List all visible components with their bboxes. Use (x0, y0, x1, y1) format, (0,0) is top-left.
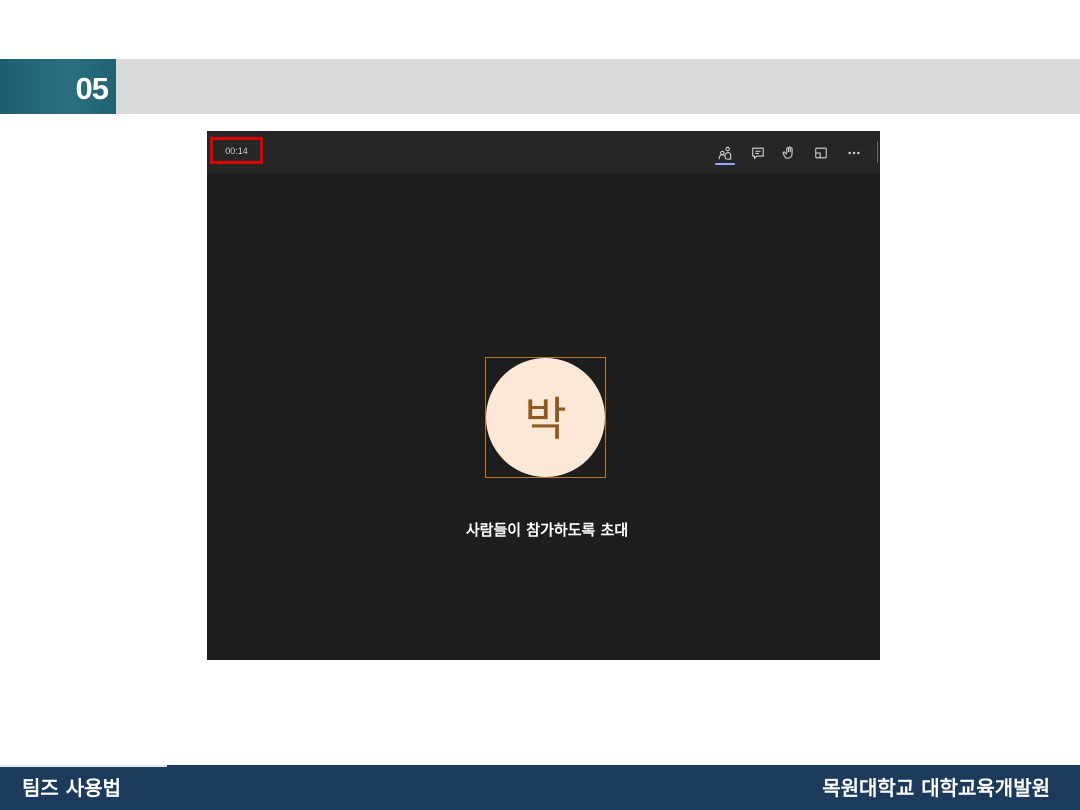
footer-title: 팀즈 사용법 (22, 776, 121, 800)
people-button[interactable] (714, 141, 736, 165)
meeting-timer: 00:14 (210, 137, 263, 164)
slide-header-bar: 05 (0, 59, 1080, 114)
slide-footer: 팀즈 사용법 목원대학교 대학교육개발원 (0, 765, 1080, 810)
raise-hand-button[interactable] (778, 141, 800, 165)
toolbar-divider (877, 141, 878, 163)
share-screen-icon (815, 147, 827, 159)
footer-organization: 목원대학교 대학교육개발원 (822, 776, 1050, 800)
people-icon (718, 146, 732, 160)
chat-icon (752, 147, 764, 160)
raise-hand-icon (782, 146, 793, 159)
section-number: 05 (0, 59, 116, 114)
chat-button[interactable] (747, 141, 769, 165)
more-icon (848, 151, 860, 155)
participant-avatar: 박 (486, 358, 605, 477)
share-content-button[interactable] (810, 141, 832, 165)
footer-accent-line (0, 765, 167, 767)
more-options-button[interactable] (843, 141, 865, 165)
avatar-frame: 박 (485, 357, 606, 478)
teams-meeting-window: 00:14 박 사람들이 참가하도록 초대 (207, 131, 880, 660)
meeting-toolbar: 00:14 (207, 131, 880, 173)
invite-people-text[interactable]: 사람들이 참가하도록 초대 (207, 519, 887, 540)
